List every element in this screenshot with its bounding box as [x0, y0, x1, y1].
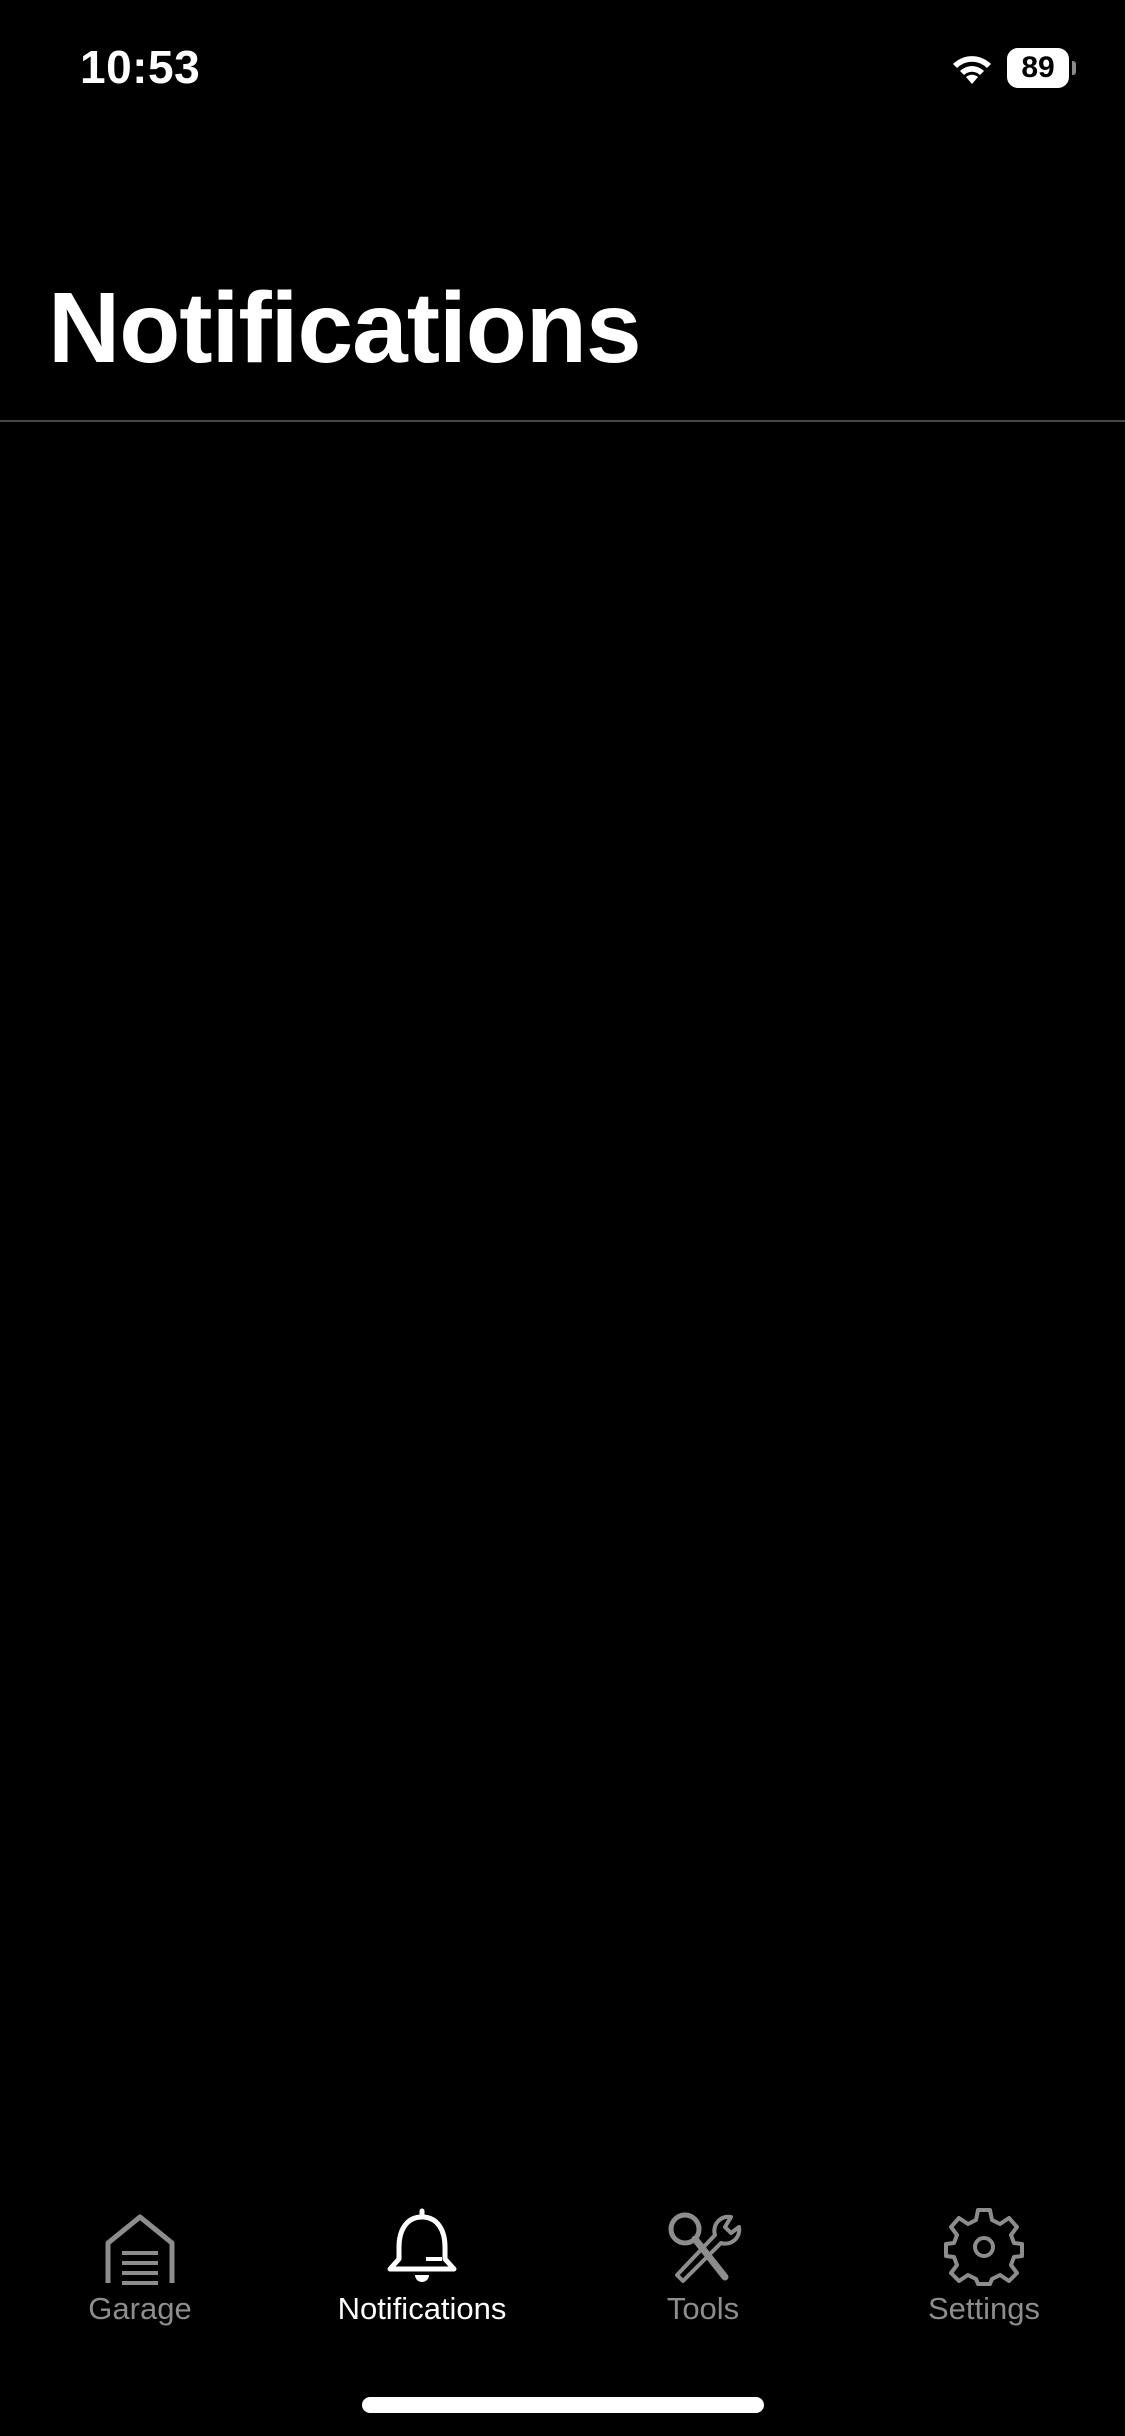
tab-label: Settings: [927, 2291, 1040, 2326]
wifi-icon: [953, 56, 991, 84]
bell-icon: [387, 2208, 457, 2282]
tab-tools[interactable]: Tools: [563, 2207, 843, 2337]
home-indicator[interactable]: [362, 2397, 764, 2413]
notifications-list[interactable]: [0, 422, 1125, 2177]
battery-level: 89: [1007, 48, 1069, 88]
garage-icon: [105, 2214, 175, 2285]
page-title: Notifications: [48, 272, 642, 384]
tab-label: Tools: [666, 2291, 740, 2326]
battery-indicator: 89: [1007, 48, 1076, 88]
battery-cap: [1072, 61, 1076, 75]
status-bar: 10:53 89: [0, 0, 1125, 140]
gear-icon: [944, 2208, 1024, 2286]
status-time: 10:53: [80, 41, 201, 93]
tab-settings[interactable]: Settings: [844, 2207, 1124, 2337]
tab-label: Garage: [88, 2291, 192, 2326]
tab-label: Notifications: [337, 2291, 507, 2326]
tools-icon: [668, 2212, 742, 2283]
tab-notifications[interactable]: Notifications: [282, 2207, 562, 2337]
tab-garage[interactable]: Garage: [0, 2207, 280, 2337]
